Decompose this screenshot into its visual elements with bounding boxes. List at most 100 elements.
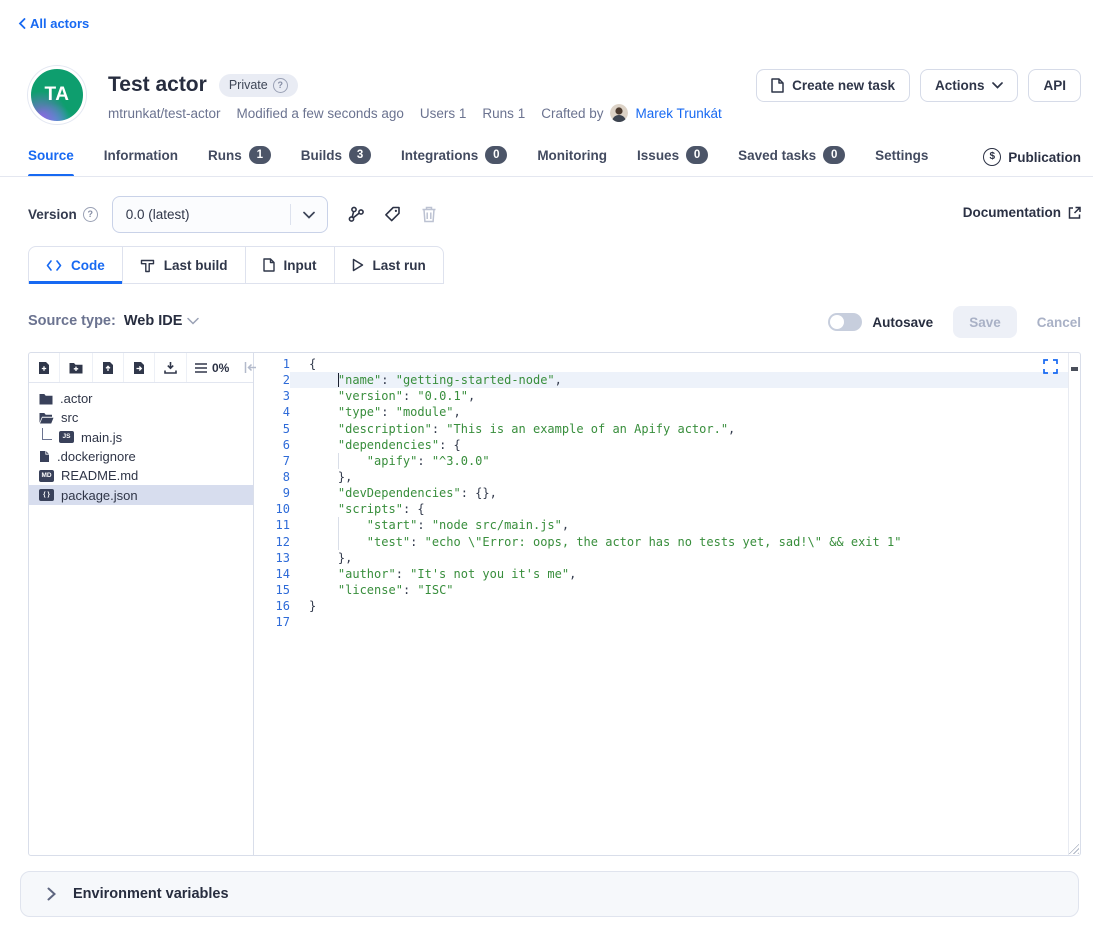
- file-icon: [39, 450, 50, 463]
- subtab-last-run[interactable]: Last run: [335, 246, 444, 284]
- web-ide: 0% .actorsrcJSmain.js.dockerignoreMDREAD…: [28, 352, 1081, 856]
- tab-saved-tasks[interactable]: Saved tasks0: [738, 146, 845, 177]
- tag-icon[interactable]: [383, 205, 402, 224]
- subtab-last-build[interactable]: Last build: [123, 246, 246, 284]
- code-editor[interactable]: 1{2 "name": "getting-started-node",3 "ve…: [254, 353, 1080, 855]
- version-label-wrap: Version ?: [28, 207, 98, 222]
- subtab-label: Input: [284, 258, 317, 273]
- header-actions: Create new task Actions API: [756, 69, 1081, 102]
- tab-integrations[interactable]: Integrations0: [401, 146, 507, 177]
- tab-monitoring[interactable]: Monitoring: [537, 146, 607, 177]
- help-icon[interactable]: ?: [273, 78, 288, 93]
- code-line[interactable]: 9 "devDependencies": {},: [254, 485, 1068, 501]
- line-content: "test": "echo \"Error: oops, the actor h…: [290, 534, 1068, 550]
- tab-label: Issues: [637, 148, 679, 163]
- line-number: 15: [254, 582, 290, 598]
- code-line[interactable]: 4 "type": "module",: [254, 404, 1068, 420]
- code-line[interactable]: 6 "dependencies": {: [254, 437, 1068, 453]
- scrollbar-thumb[interactable]: [1071, 367, 1078, 371]
- hammer-icon: [140, 258, 155, 273]
- line-number: 13: [254, 550, 290, 566]
- tab-builds[interactable]: Builds3: [301, 146, 371, 177]
- zoom-control[interactable]: 0%: [187, 361, 237, 375]
- code-line[interactable]: 17: [254, 614, 1068, 630]
- code-line[interactable]: 5 "description": "This is an example of …: [254, 421, 1068, 437]
- add-folder-button[interactable]: [60, 353, 93, 382]
- version-select[interactable]: 0.0 (latest): [112, 196, 328, 233]
- page-title: Test actor: [108, 73, 207, 97]
- tab-runs[interactable]: Runs1: [208, 146, 271, 177]
- tab-label: Source: [28, 148, 74, 163]
- tab-label: Information: [104, 148, 178, 163]
- tab-issues[interactable]: Issues0: [637, 146, 708, 177]
- file-tree-item-README-md[interactable]: MDREADME.md: [29, 466, 253, 485]
- publication-label: Publication: [1008, 150, 1081, 165]
- breadcrumb-all-actors[interactable]: All actors: [18, 16, 89, 31]
- subtab-code[interactable]: Code: [28, 246, 123, 284]
- fullscreen-icon[interactable]: [1043, 359, 1058, 374]
- add-file-button[interactable]: [29, 353, 60, 382]
- text-cursor: [338, 373, 340, 387]
- code-line[interactable]: 12 "test": "echo \"Error: oops, the acto…: [254, 534, 1068, 550]
- file-tree-item-package-json[interactable]: { }package.json: [29, 485, 253, 504]
- autosave-toggle[interactable]: [828, 313, 862, 331]
- subtab-input[interactable]: Input: [246, 246, 335, 284]
- code-line[interactable]: 3 "version": "0.0.1",: [254, 388, 1068, 404]
- create-new-task-label: Create new task: [792, 78, 895, 93]
- save-button[interactable]: Save: [953, 306, 1017, 338]
- code-line[interactable]: 1{: [254, 356, 1068, 372]
- api-button[interactable]: API: [1028, 69, 1081, 102]
- file-tree-item-main-js[interactable]: JSmain.js: [29, 428, 253, 447]
- line-number: 2: [254, 372, 290, 388]
- line-number: 17: [254, 614, 290, 630]
- editor-scrollbar[interactable]: [1068, 353, 1080, 855]
- line-content: "name": "getting-started-node",: [290, 372, 1068, 388]
- runs-count: Runs 1: [482, 106, 525, 121]
- line-number: 14: [254, 566, 290, 582]
- code-line[interactable]: 15 "license": "ISC": [254, 582, 1068, 598]
- environment-variables-label: Environment variables: [73, 886, 229, 902]
- documentation-link[interactable]: Documentation: [963, 205, 1081, 220]
- line-content: }: [290, 598, 1068, 614]
- file-export-icon: [133, 361, 145, 375]
- move-file-button[interactable]: [124, 353, 155, 382]
- version-help-icon[interactable]: ?: [83, 207, 98, 222]
- code-line[interactable]: 7 "apify": "^3.0.0": [254, 453, 1068, 469]
- author-link[interactable]: Marek Trunkát: [635, 106, 721, 121]
- actions-dropdown-button[interactable]: Actions: [920, 69, 1019, 102]
- code-line[interactable]: 11 "start": "node src/main.js",: [254, 517, 1068, 533]
- file-tree-item-actor[interactable]: .actor: [29, 389, 253, 408]
- file-tree-item-dockerignore[interactable]: .dockerignore: [29, 447, 253, 466]
- line-content: [290, 614, 1068, 630]
- file-name: main.js: [81, 430, 122, 445]
- tab-publication[interactable]: $ Publication: [983, 148, 1081, 166]
- code-line[interactable]: 2 "name": "getting-started-node",: [254, 372, 1068, 388]
- autosave-wrap: Autosave: [828, 313, 933, 331]
- tab-count-badge: 0: [823, 146, 845, 164]
- download-icon: [164, 361, 177, 374]
- git-branch-icon[interactable]: [346, 205, 365, 224]
- create-new-task-button[interactable]: Create new task: [756, 69, 910, 102]
- file-tree-item-src[interactable]: src: [29, 408, 253, 427]
- file-icon: [263, 258, 275, 272]
- indent-guide: [338, 517, 339, 533]
- code-line[interactable]: 8 },: [254, 469, 1068, 485]
- line-number: 12: [254, 534, 290, 550]
- download-button[interactable]: [155, 353, 187, 382]
- tab-settings[interactable]: Settings: [875, 146, 928, 177]
- source-type-select[interactable]: Web IDE: [124, 313, 200, 329]
- code-line[interactable]: 10 "scripts": {: [254, 501, 1068, 517]
- folder-plus-icon: [69, 362, 83, 374]
- code-line[interactable]: 13 },: [254, 550, 1068, 566]
- upload-file-button[interactable]: [93, 353, 124, 382]
- code-line[interactable]: 16}: [254, 598, 1068, 614]
- line-content: "scripts": {: [290, 501, 1068, 517]
- actor-avatar: TA: [28, 66, 86, 124]
- tab-source[interactable]: Source: [28, 146, 74, 177]
- cancel-button[interactable]: Cancel: [1037, 315, 1081, 330]
- folder-icon: [39, 393, 53, 405]
- actor-path: mtrunkat/test-actor: [108, 106, 221, 121]
- tab-information[interactable]: Information: [104, 146, 178, 177]
- code-line[interactable]: 14 "author": "It's not you it's me",: [254, 566, 1068, 582]
- environment-variables-section[interactable]: Environment variables: [20, 871, 1079, 917]
